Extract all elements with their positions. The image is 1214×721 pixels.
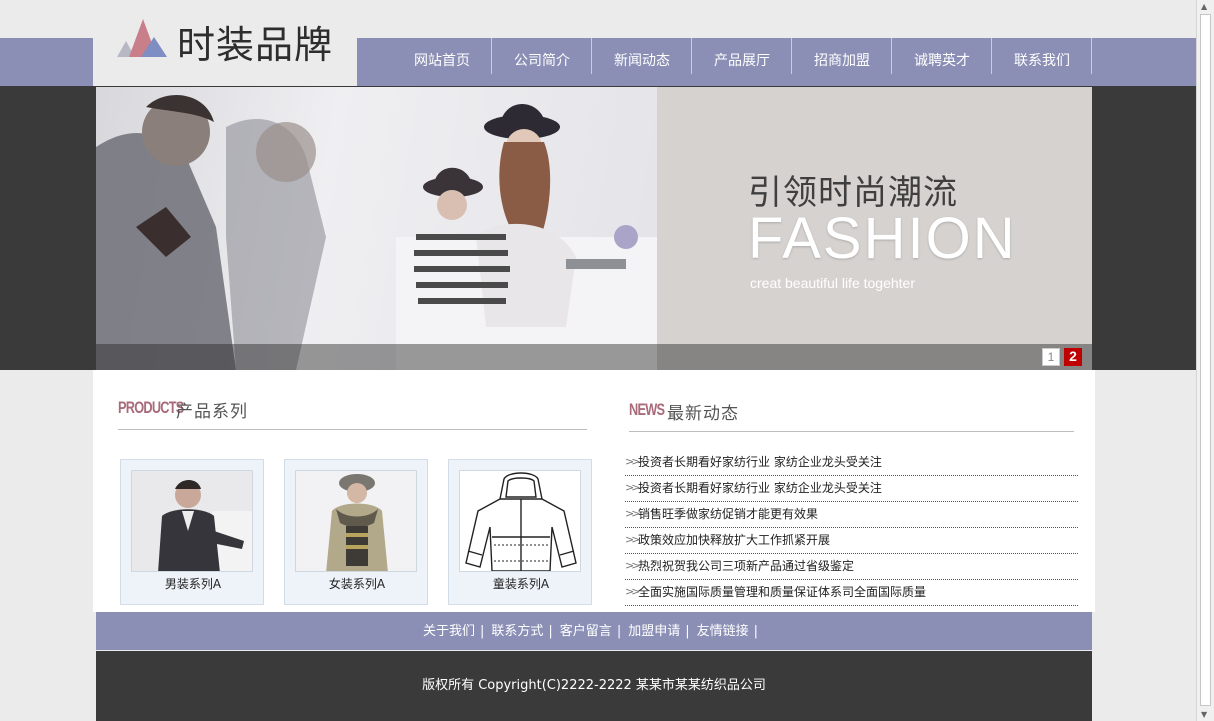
products-title-cn: 产品系列: [176, 402, 248, 422]
news-list: >> 投资者长期看好家纺行业 家纺企业龙头受关注 >> 投资者长期看好家纺行业 家纺…: [625, 450, 1078, 606]
footer-link-franchise[interactable]: 加盟申请: [628, 624, 680, 639]
nav-item-home[interactable]: 网站首页: [392, 38, 492, 86]
news-item[interactable]: >> 投资者长期看好家纺行业 家纺企业龙头受关注: [625, 450, 1078, 476]
product-caption: 男装系列A: [164, 577, 222, 591]
scrollbar-thumb[interactable]: [1200, 14, 1211, 706]
double-chevron-icon: >>: [625, 481, 641, 494]
double-chevron-icon: >>: [625, 507, 641, 520]
scroll-down-arrow-icon[interactable]: ▼: [1201, 710, 1207, 719]
nav-item-jobs[interactable]: 诚聘英才: [892, 38, 992, 86]
products-section-title: PRODUCTS 产品系列: [118, 398, 587, 430]
nav-item-about[interactable]: 公司简介: [492, 38, 592, 86]
vertical-scrollbar[interactable]: ▲ ▼: [1196, 0, 1214, 721]
double-chevron-icon: >>: [625, 559, 641, 572]
banner-photo: [96, 87, 657, 370]
footer-copyright: 版权所有 Copyright(C)2222-2222 某某市某某纺织品公司: [96, 651, 1092, 721]
double-chevron-icon: >>: [625, 455, 641, 468]
womenswear-photo: [295, 470, 417, 572]
double-chevron-icon: >>: [625, 585, 641, 598]
news-item-title[interactable]: 销售旺季做家纺促销才能更有效果: [638, 507, 818, 521]
news-item[interactable]: >> 热烈祝贺我公司三项新产品通过省级鉴定: [625, 554, 1078, 580]
footer-links: 关于我们 | 联系方式 | 客户留言 | 加盟申请 | 友情链接 |: [96, 612, 1092, 650]
nav-item-contact[interactable]: 联系我们: [992, 38, 1092, 86]
banner-page-1[interactable]: 1: [1042, 348, 1060, 366]
product-caption: 童装系列A: [492, 577, 550, 591]
news-item[interactable]: >> 销售旺季做家纺促销才能更有效果: [625, 502, 1078, 528]
footer-link-contact[interactable]: 联系方式: [491, 624, 543, 639]
footer-separator: |: [616, 624, 622, 639]
products-title-en: PRODUCTS: [118, 398, 184, 417]
footer-link-friends[interactable]: 友情链接: [697, 624, 749, 639]
news-title-en: NEWS: [629, 400, 665, 419]
nav-item-products[interactable]: 产品展厅: [692, 38, 792, 86]
news-item-title[interactable]: 投资者长期看好家纺行业 家纺企业龙头受关注: [638, 455, 882, 469]
banner-slogan-en: FASHION: [748, 206, 1017, 271]
main-content: PRODUCTS 产品系列 男装系列A 女装系列A 童装系列A NEWS 最新动…: [93, 370, 1095, 612]
product-caption: 女装系列A: [328, 577, 386, 591]
news-item[interactable]: >> 投资者长期看好家纺行业 家纺企业龙头受关注: [625, 476, 1078, 502]
news-item-title[interactable]: 热烈祝贺我公司三项新产品通过省级鉴定: [638, 559, 854, 573]
footer-separator: |: [685, 624, 690, 639]
fashion-models-image: [96, 95, 657, 370]
main-nav: 网站首页 公司简介 新闻动态 产品展厅 招商加盟 诚聘英才 联系我们: [392, 38, 1092, 86]
banner-caption-bar: [96, 344, 1092, 370]
kidswear-sketch: [459, 470, 581, 572]
news-item-title[interactable]: 全面实施国际质量管理和质量保证体系司全面国际质量: [638, 585, 926, 599]
triangle-logo-icon: [117, 19, 167, 57]
banner-slider[interactable]: 引领时尚潮流 FASHION creat beautiful life toge…: [96, 87, 1092, 370]
banner-slogan-sub: creat beautiful life togehter: [750, 275, 915, 291]
nav-item-news[interactable]: 新闻动态: [592, 38, 692, 86]
news-item-title[interactable]: 投资者长期看好家纺行业 家纺企业龙头受关注: [638, 481, 882, 495]
footer-link-message[interactable]: 客户留言: [560, 624, 612, 639]
scroll-up-arrow-icon[interactable]: ▲: [1201, 2, 1207, 11]
news-item[interactable]: >> 全面实施国际质量管理和质量保证体系司全面国际质量: [625, 580, 1078, 606]
footer-separator: |: [480, 624, 485, 639]
footer-separator: |: [753, 624, 759, 639]
news-item[interactable]: >> 政策效应加快释放扩大工作抓紧开展: [625, 528, 1078, 554]
nav-item-franchise[interactable]: 招商加盟: [792, 38, 892, 86]
product-card[interactable]: 男装系列A: [120, 459, 264, 605]
news-item-title[interactable]: 政策效应加快释放扩大工作抓紧开展: [638, 533, 830, 547]
page: 时装品牌 网站首页 公司简介 新闻动态 产品展厅 招商加盟 诚聘英才 联系我们: [0, 0, 1214, 721]
brand-name: 时装品牌: [177, 23, 334, 67]
double-chevron-icon: >>: [625, 533, 641, 546]
footer-link-about[interactable]: 关于我们: [423, 624, 475, 639]
news-section-title: NEWS 最新动态: [629, 400, 1074, 432]
product-card[interactable]: 女装系列A: [284, 459, 428, 605]
menswear-photo: [131, 470, 253, 572]
banner-page-2[interactable]: 2: [1064, 348, 1082, 366]
footer-separator: |: [548, 624, 553, 639]
logo[interactable]: 时装品牌: [93, 0, 357, 86]
product-card[interactable]: 童装系列A: [448, 459, 592, 605]
news-title-cn: 最新动态: [667, 404, 739, 424]
